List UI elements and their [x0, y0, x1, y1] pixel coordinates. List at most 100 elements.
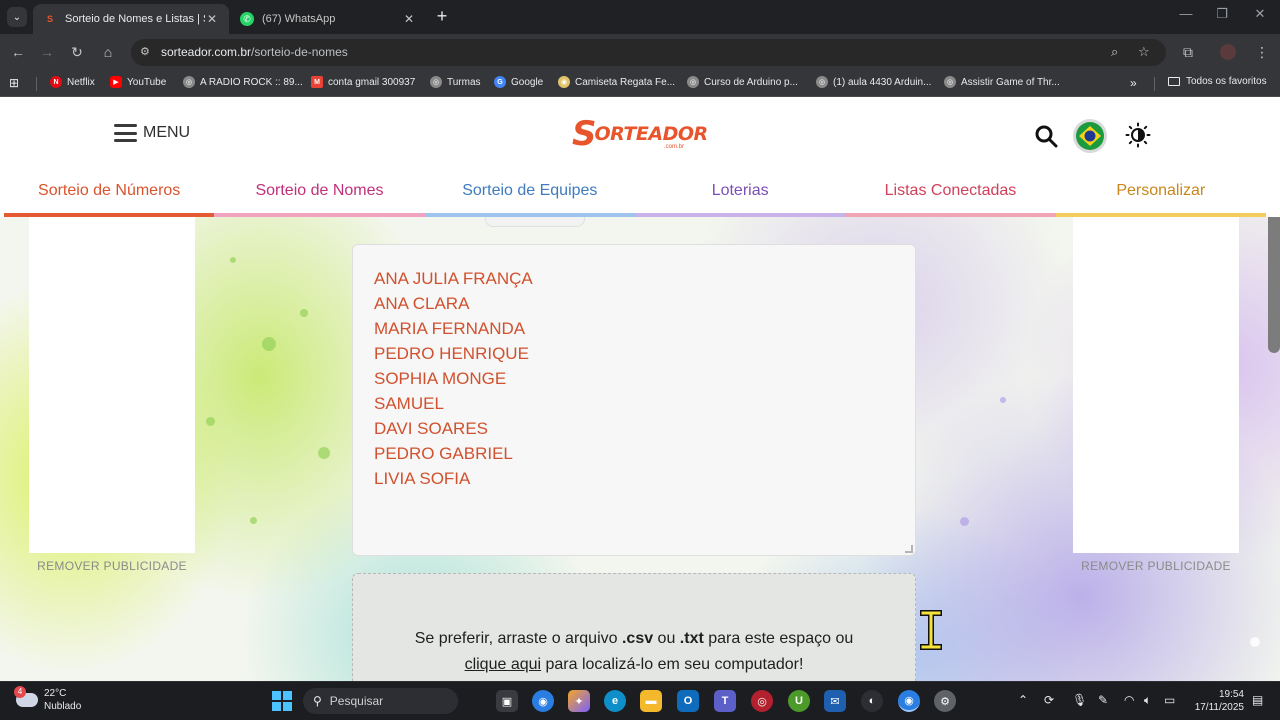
name-entry: DAVI SOARES: [374, 419, 488, 438]
list-tab-handle[interactable]: [485, 217, 585, 227]
settings-gear-icon[interactable]: ⚙: [934, 690, 956, 712]
forward-arrow-icon[interactable]: →: [37, 42, 57, 62]
globe-icon: ◎: [183, 76, 195, 88]
site-info-icon[interactable]: ⚙: [140, 45, 150, 58]
bookmark-turmas[interactable]: ◎ Turmas: [430, 76, 481, 88]
nav-sorteio-nomes[interactable]: Sorteio de Nomes: [214, 171, 425, 217]
file-explorer-icon[interactable]: ▬: [640, 690, 662, 712]
system-clock[interactable]: 19:54 17/11/2025: [1188, 688, 1244, 714]
nav-listas-conectadas[interactable]: Listas Conectadas: [845, 171, 1056, 217]
nav-loterias[interactable]: Loterias: [634, 171, 846, 217]
tab-sorteador[interactable]: S Sorteio de Nomes e Listas | Sor ✕: [33, 4, 229, 34]
copilot-icon[interactable]: ✦: [568, 690, 590, 712]
tab-search-button[interactable]: ⌄: [7, 7, 27, 27]
remove-ad-link-right[interactable]: REMOVER PUBLICIDADE: [1073, 559, 1239, 573]
name-entry: ANA CLARA: [374, 294, 470, 313]
close-icon[interactable]: ✕: [402, 12, 416, 26]
weather-widget[interactable]: 4 22°C Nublado: [14, 686, 81, 713]
profile-avatar[interactable]: [1220, 44, 1236, 60]
bookmark-label: conta gmail 300937: [328, 76, 416, 88]
decorative-splatter: [206, 417, 215, 426]
browse-file-link[interactable]: clique aqui: [465, 656, 542, 673]
nav-sorteio-equipes[interactable]: Sorteio de Equipes: [424, 171, 635, 217]
bookmark-aula[interactable]: ◎ (1) aula 4430 Arduin...: [816, 76, 931, 88]
decorative-splatter: [230, 257, 236, 263]
menu-label: MENU: [143, 124, 191, 141]
extensions-icon[interactable]: ⧉: [1178, 42, 1198, 62]
battery-icon[interactable]: ▭: [1164, 693, 1175, 707]
window-close-button[interactable]: ✕: [1250, 6, 1270, 22]
task-view-icon[interactable]: ▣: [496, 690, 518, 712]
page-scrollbar[interactable]: [1268, 217, 1280, 353]
chrome-active-icon[interactable]: ◉: [898, 690, 920, 712]
reload-icon[interactable]: ↻: [67, 42, 87, 62]
bookmark-youtube[interactable]: ▶ YouTube: [110, 76, 166, 88]
theme-toggle-icon[interactable]: [1125, 122, 1151, 148]
apps-grid-icon[interactable]: ⊞: [9, 76, 19, 90]
microphone-icon[interactable]: 🎙︎: [1072, 693, 1087, 707]
bookmark-label: A RADIO ROCK :: 89...: [200, 76, 303, 88]
tab-whatsapp[interactable]: ✆ (67) WhatsApp ✕: [230, 4, 426, 34]
kebab-menu-icon[interactable]: ⋮: [1252, 42, 1272, 62]
outlook-icon[interactable]: O: [677, 690, 699, 712]
nav-label: Listas Conectadas: [884, 182, 1017, 199]
bookmark-gmail[interactable]: Mconta gmail 300937: [311, 76, 415, 88]
main-nav: Sorteio de Números Sorteio de Nomes Sort…: [4, 171, 1266, 217]
upwork-icon[interactable]: U: [788, 690, 810, 712]
names-textarea[interactable]: ANA JULIA FRANÇA ANA CLARA MARIA FERNAND…: [352, 244, 916, 556]
folder-icon: [1168, 77, 1180, 86]
globe-icon: ◎: [944, 76, 956, 88]
close-icon[interactable]: ✕: [205, 12, 219, 26]
zoom-icon[interactable]: ⌕: [1111, 44, 1118, 60]
menu-button[interactable]: MENU: [114, 124, 190, 142]
nav-label: Personalizar: [1116, 182, 1206, 199]
all-bookmarks[interactable]: Todos os favoritos: [1168, 76, 1267, 87]
notification-icon[interactable]: ▤: [1252, 693, 1263, 707]
more-bookmarks-icon[interactable]: »: [1130, 76, 1137, 90]
sorteador-logo[interactable]: S ORTEADOR .com.br: [572, 112, 708, 156]
bookmark-netflix[interactable]: N Netflix: [50, 76, 95, 88]
resize-handle-icon[interactable]: [905, 545, 913, 553]
mail-icon[interactable]: ✉: [824, 690, 846, 712]
brazil-flag-icon[interactable]: [1073, 119, 1107, 153]
nav-label: Sorteio de Nomes: [255, 182, 384, 199]
hamburger-icon: [114, 124, 137, 142]
pen-icon[interactable]: ✎: [1098, 693, 1108, 707]
bookmark-google[interactable]: G Google: [494, 76, 543, 88]
globe-icon: ◎: [816, 76, 828, 88]
bookmark-got[interactable]: ◎ Assistir Game of Thr...: [944, 76, 1060, 88]
bookmark-camiseta[interactable]: ◉ Camiseta Regata Fe...: [558, 76, 675, 88]
new-tab-button[interactable]: +: [432, 6, 452, 27]
show-hidden-icons[interactable]: ⌃: [1018, 693, 1028, 707]
chrome-icon[interactable]: ◉: [532, 690, 554, 712]
speaker-icon[interactable]: 🔈︎: [1144, 693, 1151, 708]
bookmark-arduino[interactable]: ◎ Curso de Arduino p...: [687, 76, 798, 88]
red-app-icon[interactable]: ◎: [751, 690, 773, 712]
sync-icon[interactable]: ⟳: [1044, 693, 1054, 707]
divider: [36, 77, 37, 91]
teams-icon[interactable]: T: [714, 690, 736, 712]
bookmark-label: YouTube: [127, 76, 167, 88]
wifi-icon[interactable]: ◠: [1124, 693, 1134, 707]
bookmark-radio-rock[interactable]: ◎ A RADIO ROCK :: 89...: [183, 76, 303, 88]
drop-instructions-line2: clique aqui para localizá-lo em seu comp…: [353, 652, 915, 678]
file-drop-zone[interactable]: Se preferir, arraste o arquivo .csv ou .…: [352, 573, 916, 681]
url-domain: sorteador.com.br: [161, 45, 252, 59]
home-icon[interactable]: ⌂: [98, 42, 118, 62]
remove-ad-link-left[interactable]: REMOVER PUBLICIDADE: [29, 559, 195, 573]
nav-sorteio-numeros[interactable]: Sorteio de Números: [4, 171, 215, 217]
maximize-button[interactable]: ❐: [1212, 6, 1232, 22]
minimize-button[interactable]: —: [1176, 6, 1196, 21]
obs-icon[interactable]: ◐: [861, 690, 883, 712]
bookmark-label: Todos os favoritos: [1186, 76, 1267, 87]
search-icon[interactable]: [1034, 124, 1058, 148]
address-bar[interactable]: ⚙ sorteador.com.br/sorteio-de-nomes ⌕ ☆: [131, 39, 1166, 66]
url-text[interactable]: sorteador.com.br/sorteio-de-nomes: [161, 45, 348, 59]
edge-icon[interactable]: e: [604, 690, 626, 712]
back-arrow-icon[interactable]: ←: [8, 42, 28, 62]
drop-instructions-line1: Se preferir, arraste o arquivo .csv ou .…: [353, 626, 915, 652]
nav-personalizar[interactable]: Personalizar: [1055, 171, 1266, 217]
bookmark-star-icon[interactable]: ☆: [1138, 44, 1150, 60]
windows-start-icon[interactable]: [272, 691, 292, 711]
taskbar-search[interactable]: ⚲ Pesquisar: [303, 688, 458, 714]
